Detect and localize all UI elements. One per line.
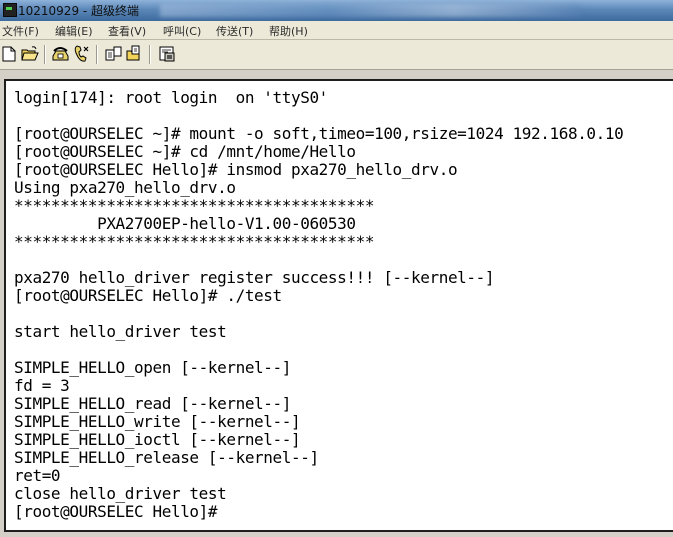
terminal-line: SIMPLE_HELLO_write [--kernel--] xyxy=(14,412,301,431)
menu-transfer[interactable]: 传送(T) xyxy=(216,23,253,39)
menu-file[interactable]: 文件(F) xyxy=(2,23,39,39)
terminal-line: login[174]: root login on 'ttyS0' xyxy=(14,88,328,107)
terminal-line: PXA2700EP-hello-V1.00-060530 xyxy=(14,214,356,233)
terminal-line: [root@OURSELEC ~]# cd /mnt/home/Hello xyxy=(14,142,356,161)
open-folder-icon[interactable] xyxy=(20,44,39,64)
disconnect-phone-icon[interactable] xyxy=(72,44,91,64)
menu-edit[interactable]: 编辑(E) xyxy=(55,23,93,39)
terminal-line: ret=0 xyxy=(14,466,61,485)
send-file-icon[interactable] xyxy=(104,44,123,64)
new-document-icon[interactable] xyxy=(0,44,19,64)
window-bottom-edge xyxy=(0,532,673,537)
terminal-output[interactable]: login[174]: root login on 'ttyS0' [root@… xyxy=(4,79,673,532)
menu-bar: 文件(F) 编辑(E) 查看(V) 呼叫(C) 传送(T) 帮助(H) xyxy=(0,21,673,40)
window-title: 10210929 - 超级终端 xyxy=(18,4,140,18)
title-bar[interactable]: 10210929 - 超级终端 xyxy=(0,0,673,21)
toolbar-separator xyxy=(149,45,151,64)
hyperterminal-app-icon[interactable] xyxy=(3,3,17,17)
terminal-line: [root@OURSELEC ~]# mount -o soft,timeo=1… xyxy=(14,124,624,143)
terminal-line: *************************************** xyxy=(14,232,375,251)
terminal-line: start hello_driver test xyxy=(14,322,227,341)
terminal-prompt-line: [root@OURSELEC Hello]# xyxy=(14,502,218,521)
receive-file-icon[interactable] xyxy=(124,44,143,64)
properties-icon[interactable] xyxy=(158,44,177,64)
menu-help[interactable]: 帮助(H) xyxy=(269,23,308,39)
call-phone-icon[interactable] xyxy=(51,44,70,64)
menu-view[interactable]: 查看(V) xyxy=(108,23,146,39)
title-bar-blurred-area xyxy=(160,4,580,17)
toolbar-separator xyxy=(44,45,46,64)
terminal-line: SIMPLE_HELLO_ioctl [--kernel--] xyxy=(14,430,301,449)
terminal-line: SIMPLE_HELLO_open [--kernel--] xyxy=(14,358,291,377)
terminal-line: pxa270 hello_driver register success!!! … xyxy=(14,268,495,287)
toolbar xyxy=(0,40,673,70)
terminal-line: [root@OURSELEC Hello]# insmod pxa270_hel… xyxy=(14,160,458,179)
terminal-line: Using pxa270_hello_drv.o xyxy=(14,178,236,197)
toolbar-separator xyxy=(96,45,98,64)
terminal-line: [root@OURSELEC Hello]# ./test xyxy=(14,286,282,305)
terminal-line: fd = 3 xyxy=(14,376,70,395)
terminal-line: *************************************** xyxy=(14,196,375,215)
terminal-line: SIMPLE_HELLO_release [--kernel--] xyxy=(14,448,319,467)
menu-call[interactable]: 呼叫(C) xyxy=(163,23,201,39)
terminal-line: close hello_driver test xyxy=(14,484,227,503)
terminal-line: SIMPLE_HELLO_read [--kernel--] xyxy=(14,394,291,413)
